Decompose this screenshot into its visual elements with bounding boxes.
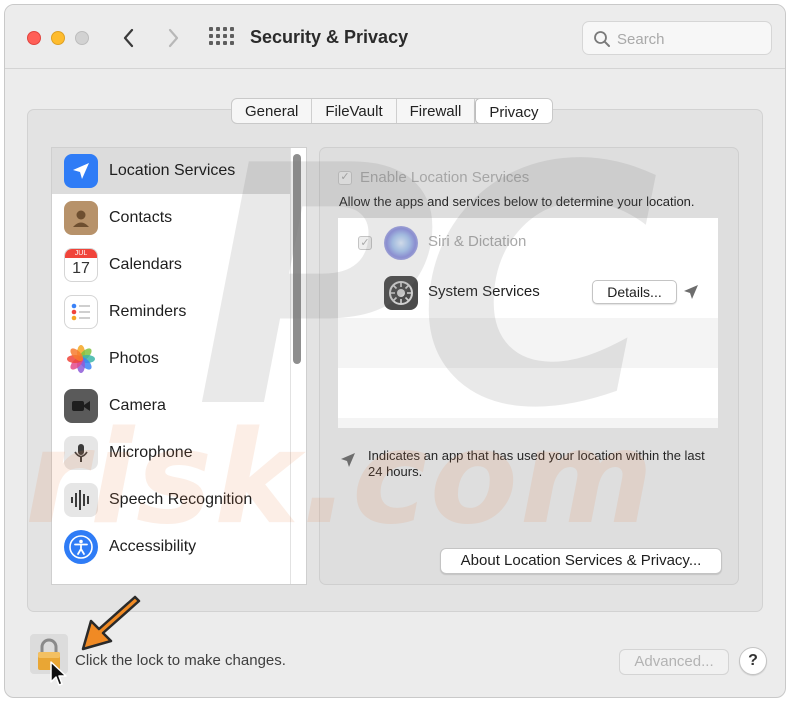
location-app-list: ✓ Siri & Dictation System Services Detai… — [338, 218, 718, 428]
app-name: System Services — [428, 283, 540, 300]
microphone-icon — [64, 436, 98, 470]
app-row-system-services: System Services Details... — [338, 268, 718, 318]
calendar-icon: JUL 17 — [64, 248, 98, 282]
sidebar-item-calendars[interactable]: JUL 17 Calendars — [52, 242, 290, 288]
enable-location-checkbox[interactable]: ✓ — [338, 170, 352, 185]
enable-location-label: Enable Location Services — [360, 169, 530, 186]
search-field[interactable] — [582, 21, 772, 55]
details-button[interactable]: Details... — [592, 280, 677, 304]
tab-firewall[interactable]: Firewall — [397, 99, 476, 123]
sidebar-item-location-services[interactable]: Location Services — [52, 148, 290, 194]
sidebar-item-label: Contacts — [109, 209, 173, 226]
sidebar-item-label: Camera — [109, 397, 166, 414]
location-arrow-legend-icon — [341, 453, 355, 467]
location-services-pane: ✓ Enable Location Services Allow the app… — [319, 147, 739, 585]
forward-button[interactable] — [161, 25, 185, 51]
legend-text: Indicates an app that has used your loca… — [368, 448, 705, 479]
chevron-right-icon — [168, 28, 179, 48]
sidebar-item-label: Speech Recognition — [109, 491, 253, 508]
back-button[interactable] — [117, 25, 141, 51]
sidebar-item-label: Accessibility — [109, 538, 197, 555]
sidebar-item-photos[interactable]: Photos — [52, 336, 290, 382]
tab-privacy[interactable]: Privacy — [475, 99, 552, 123]
window-title: Security & Privacy — [250, 27, 409, 47]
sidebar-item-reminders[interactable]: Reminders — [52, 289, 290, 335]
close-window-button[interactable] — [27, 31, 41, 45]
siri-icon — [384, 226, 418, 260]
sidebar-scrollbar[interactable] — [293, 154, 301, 364]
sidebar-item-label: Microphone — [109, 444, 193, 461]
tab-bar: General FileVault Firewall Privacy — [231, 98, 553, 124]
sidebar-item-label: Location Services — [109, 162, 236, 179]
tab-general[interactable]: General — [232, 99, 313, 123]
sidebar-item-speech-recognition[interactable]: Speech Recognition — [52, 477, 290, 523]
location-arrow-icon — [64, 154, 98, 188]
chevron-left-icon — [123, 28, 134, 48]
security-privacy-window: Security & Privacy General FileVault Fir… — [4, 4, 786, 698]
camera-icon — [64, 389, 98, 423]
help-button[interactable]: ? — [739, 647, 767, 675]
accessibility-icon — [64, 530, 98, 564]
title-bar: Security & Privacy — [5, 5, 785, 69]
search-icon — [594, 31, 610, 47]
advanced-button[interactable]: Advanced... — [619, 649, 729, 675]
mouse-cursor-icon — [50, 661, 67, 686]
photos-icon — [64, 342, 98, 376]
calendar-day: 17 — [72, 260, 90, 277]
system-services-gear-icon — [384, 276, 418, 310]
reminders-icon — [64, 295, 98, 329]
app-row-siri: ✓ Siri & Dictation — [338, 218, 718, 268]
list-stripe — [338, 318, 718, 368]
tab-filevault[interactable]: FileVault — [312, 99, 397, 123]
minimize-window-button[interactable] — [51, 31, 65, 45]
contacts-icon — [64, 201, 98, 235]
speech-waveform-icon — [64, 483, 98, 517]
zoom-window-button[interactable] — [75, 31, 89, 45]
siri-checkbox[interactable]: ✓ — [358, 236, 372, 250]
show-all-grid-icon[interactable] — [209, 27, 234, 49]
allow-apps-description: Allow the apps and services below to det… — [339, 194, 695, 209]
about-location-services-button[interactable]: About Location Services & Privacy... — [440, 548, 722, 574]
sidebar-item-camera[interactable]: Camera — [52, 383, 290, 429]
location-used-arrow-icon — [684, 285, 698, 299]
calendar-month: JUL — [65, 249, 97, 258]
app-name: Siri & Dictation — [428, 233, 527, 250]
scroll-track — [290, 148, 291, 584]
sidebar-item-microphone[interactable]: Microphone — [52, 430, 290, 476]
search-input[interactable] — [617, 28, 765, 50]
enable-location-services-checkbox[interactable]: ✓ Enable Location Services — [338, 169, 529, 186]
sidebar-item-accessibility[interactable]: Accessibility — [52, 524, 290, 570]
privacy-category-list[interactable]: Location Services Contacts JUL 17 Calend… — [51, 147, 307, 585]
sidebar-item-contacts[interactable]: Contacts — [52, 195, 290, 241]
sidebar-item-label: Calendars — [109, 256, 182, 273]
list-stripe — [338, 418, 718, 428]
sidebar-item-label: Reminders — [109, 303, 187, 320]
orange-pointer-arrow-icon — [81, 595, 141, 651]
sidebar-item-label: Photos — [109, 350, 159, 367]
